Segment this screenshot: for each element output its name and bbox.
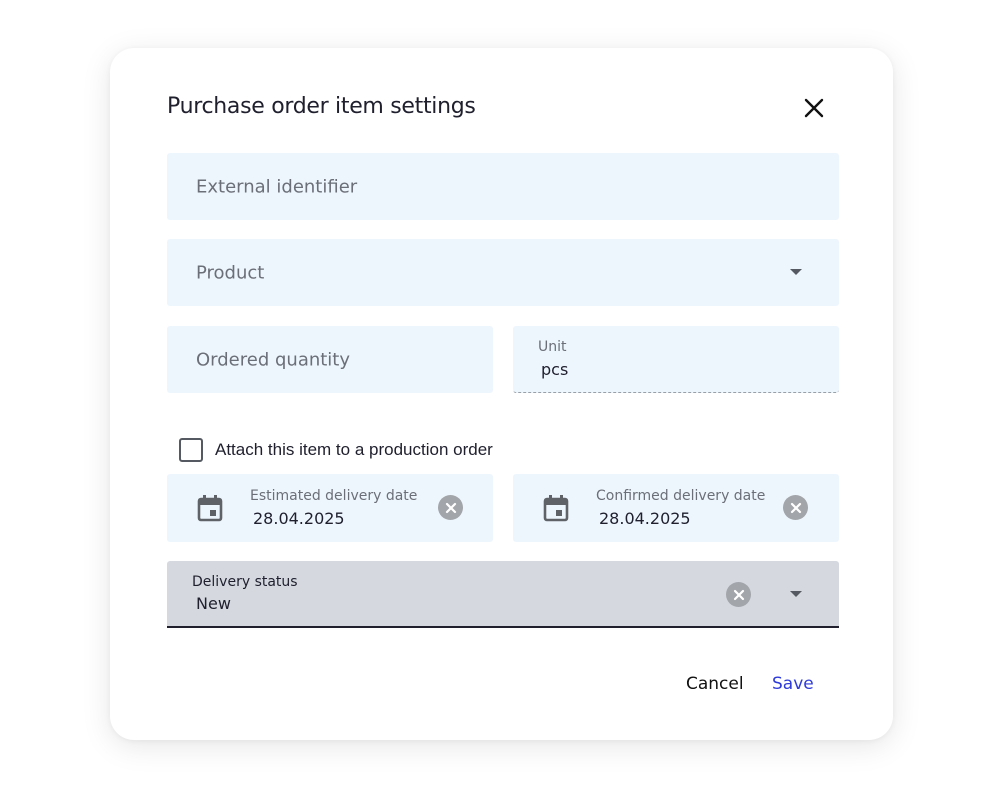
confirmed-delivery-date-field[interactable]: Confirmed delivery date 28.04.2025 [513, 474, 839, 542]
chevron-down-icon[interactable] [790, 591, 802, 597]
clear-icon[interactable] [726, 582, 751, 607]
unit-label: Unit [538, 339, 567, 355]
close-icon [804, 98, 824, 118]
dialog-title: Purchase order item settings [167, 94, 476, 119]
attach-production-checkbox[interactable] [179, 438, 203, 462]
delivery-status-select[interactable]: Delivery status New [167, 561, 839, 628]
clear-icon[interactable] [438, 495, 463, 520]
clear-icon[interactable] [783, 495, 808, 520]
chevron-down-icon [790, 269, 802, 275]
unit-value: pcs [541, 360, 569, 379]
calendar-icon[interactable] [543, 494, 569, 522]
external-identifier-placeholder: External identifier [196, 176, 358, 197]
ordered-quantity-placeholder: Ordered quantity [196, 349, 351, 370]
calendar-icon[interactable] [197, 494, 223, 522]
estimated-delivery-label: Estimated delivery date [250, 488, 418, 504]
save-button[interactable]: Save [772, 674, 814, 694]
confirmed-delivery-value: 28.04.2025 [599, 509, 691, 528]
purchase-order-item-dialog: Purchase order item settings External id… [110, 48, 893, 740]
estimated-delivery-value: 28.04.2025 [253, 509, 345, 528]
delivery-status-value: New [196, 594, 231, 613]
attach-production-label[interactable]: Attach this item to a production order [215, 440, 493, 460]
unit-field: Unit pcs [513, 326, 839, 393]
close-button[interactable] [799, 93, 829, 123]
attach-production-row: Attach this item to a production order [179, 438, 493, 462]
confirmed-delivery-label: Confirmed delivery date [596, 488, 766, 504]
ordered-quantity-field[interactable]: Ordered quantity [167, 326, 493, 393]
estimated-delivery-date-field[interactable]: Estimated delivery date 28.04.2025 [167, 474, 493, 542]
product-select[interactable]: Product [167, 239, 839, 306]
delivery-status-label: Delivery status [192, 574, 298, 590]
external-identifier-field[interactable]: External identifier [167, 153, 839, 220]
product-placeholder: Product [196, 262, 265, 283]
cancel-button[interactable]: Cancel [686, 674, 744, 694]
